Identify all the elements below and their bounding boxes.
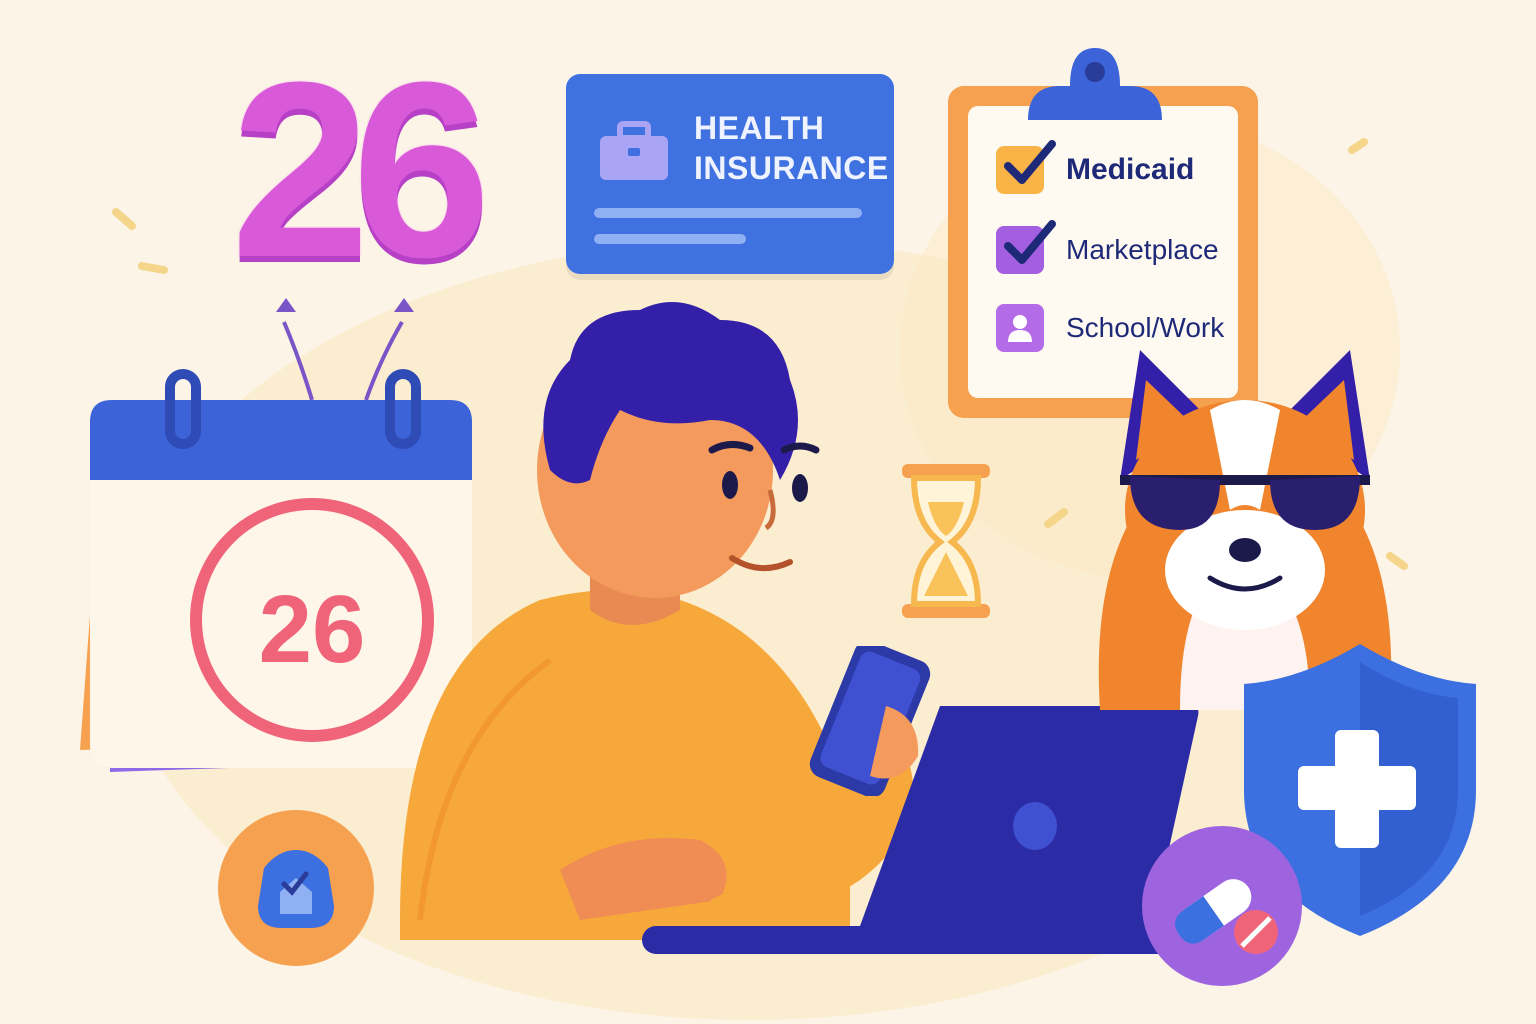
checkmark-icon — [1004, 220, 1056, 264]
clipboard-clip — [1028, 48, 1162, 120]
home-check-icon — [218, 810, 374, 966]
balloon-number-26: 26 — [230, 30, 491, 309]
card-text-line — [594, 234, 746, 244]
checkbox-school-work — [996, 304, 1044, 352]
card-text-line — [594, 208, 862, 218]
checklist-item-medicaid: Medicaid — [996, 140, 1195, 194]
checklist-item-marketplace: Marketplace — [996, 220, 1219, 274]
checklist-label: Marketplace — [1066, 234, 1219, 265]
insurance-title: HEALTH INSURANCE — [694, 110, 889, 186]
laptop-icon — [642, 706, 1199, 954]
checkbox-marketplace — [996, 220, 1056, 274]
illustration-scene: 26 26 HEALTH INSURANCE Medicaid Marketpl… — [0, 0, 1536, 1024]
checkbox-medicaid — [996, 140, 1056, 194]
checkmark-icon — [1004, 140, 1056, 184]
person-icon — [1008, 315, 1032, 342]
briefcase-icon — [600, 121, 668, 180]
health-insurance-card: HEALTH INSURANCE — [566, 74, 894, 274]
checklist-item-school-work: School/Work — [996, 304, 1224, 352]
checklist-label: Medicaid — [1066, 153, 1195, 186]
pill-icon — [1142, 826, 1302, 986]
checklist-label: School/Work — [1066, 312, 1225, 343]
